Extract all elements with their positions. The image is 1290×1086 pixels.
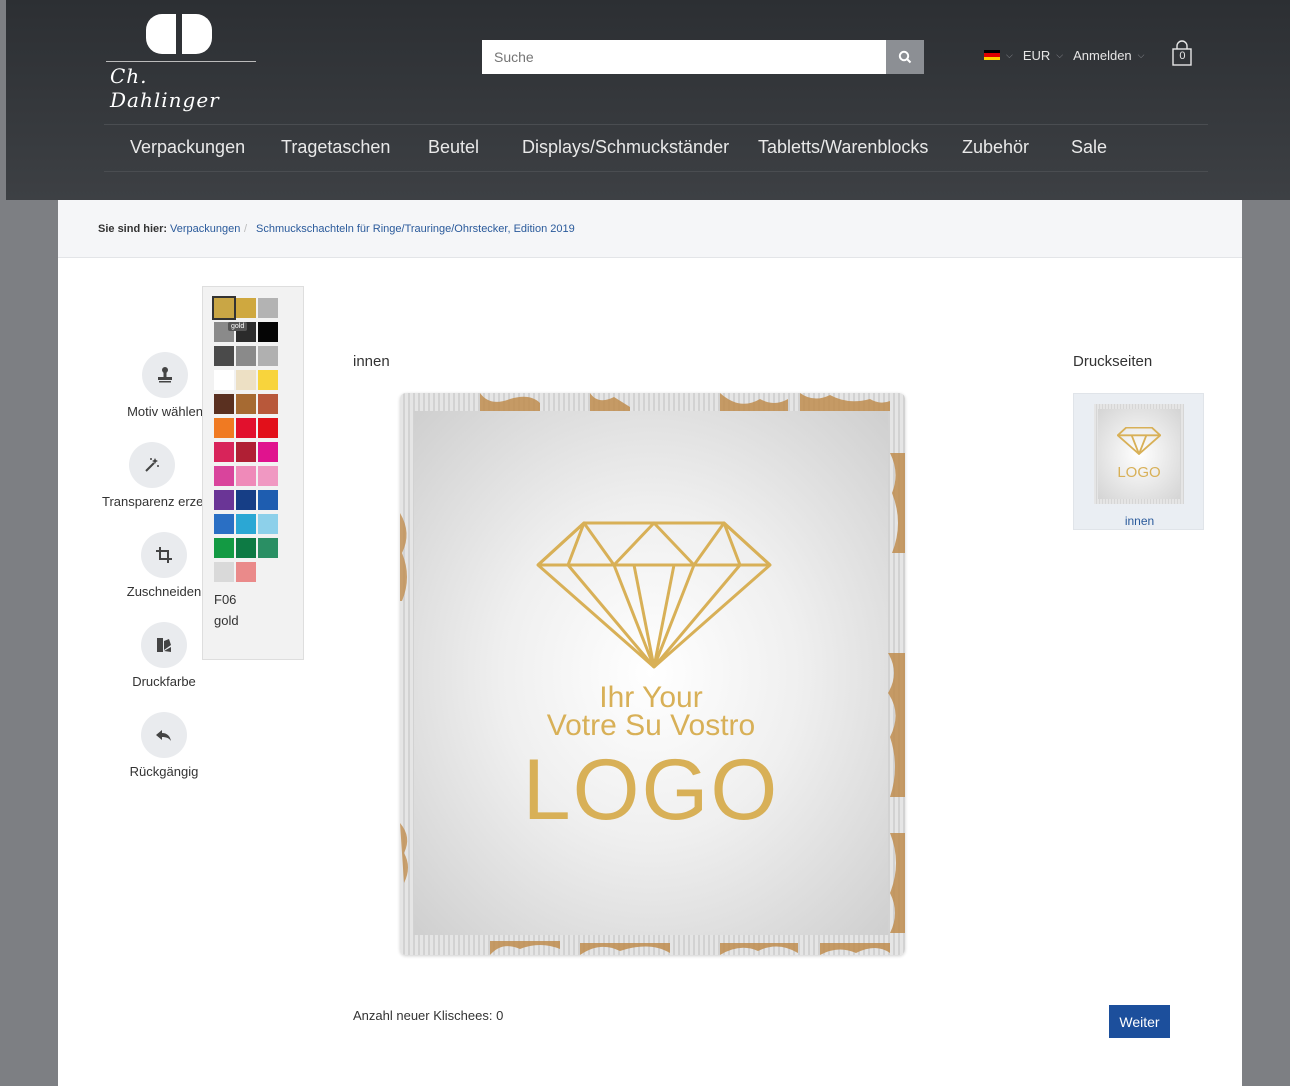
site-header: Ch. Dahlinger ⌵ EUR ⌵ Anmelden ⌵ 0 Verpa… (6, 0, 1290, 200)
stamp-icon (158, 367, 172, 383)
color-palette: F06 gold (202, 286, 304, 660)
cliche-count: Anzahl neuer Klischees: 0 (353, 1008, 504, 1023)
color-swatch[interactable] (236, 394, 256, 414)
selected-color-code: F06 (214, 592, 237, 607)
druckseite-thumbnail[interactable]: LOGO innen (1073, 393, 1204, 530)
tool-transparenz[interactable]: Transparenz erzeugen (102, 442, 202, 509)
selected-color-name: gold (214, 613, 239, 628)
color-swatch[interactable] (236, 466, 256, 486)
color-swatch[interactable] (214, 442, 234, 462)
breadcrumb-separator: / (244, 223, 248, 235)
tool-druckfarbe[interactable]: Druckfarbe (126, 622, 202, 689)
color-swatch[interactable] (214, 490, 234, 510)
color-swatch[interactable] (258, 298, 278, 318)
color-swatch[interactable] (214, 538, 234, 558)
tool-label: Druckfarbe (132, 674, 196, 689)
color-swatch[interactable] (214, 562, 234, 582)
magic-wand-icon (145, 458, 159, 472)
tool-motiv-waehlen[interactable]: Motiv wählen (126, 352, 204, 419)
diamond-icon (1117, 427, 1161, 455)
color-swatch[interactable] (236, 562, 256, 582)
tool-zuschneiden[interactable]: Zuschneiden (126, 532, 202, 599)
chevron-down-icon: ⌵ (1006, 49, 1013, 60)
nav-item-beutel[interactable]: Beutel (428, 137, 479, 158)
chevron-down-icon: ⌵ (1056, 49, 1064, 60)
logo-script: Ch. Dahlinger (110, 64, 220, 112)
nav-item-displays[interactable]: Displays/Schmuckständer (522, 137, 729, 158)
color-swatch[interactable] (236, 442, 256, 462)
canvas-print-area: Ihr Your Votre Su Vostro LOGO (414, 411, 888, 935)
header-utilities: ⌵ EUR ⌵ Anmelden ⌵ 0 (984, 40, 1193, 66)
color-swatch[interactable] (236, 514, 256, 534)
color-swatch[interactable] (236, 418, 256, 438)
main-nav: Verpackungen Tragetaschen Beutel Display… (104, 124, 1208, 172)
thumb-logo-text: LOGO (1117, 464, 1161, 481)
tool-label: Zuschneiden (126, 584, 202, 599)
color-swatch[interactable] (258, 538, 278, 558)
tool-label: Motiv wählen (127, 404, 203, 419)
color-swatch[interactable] (258, 514, 278, 534)
search-bar (482, 40, 924, 74)
undo-icon (156, 730, 171, 741)
color-swatch[interactable] (258, 442, 278, 462)
color-tooltip: gold (228, 322, 248, 331)
breadcrumb-link[interactable]: Schmuckschachteln für Ringe/Trauringe/Oh… (256, 223, 575, 235)
canvas-side-label: innen (353, 353, 390, 370)
color-swatch[interactable] (258, 466, 278, 486)
search-icon (898, 50, 912, 64)
search-input[interactable] (482, 40, 886, 74)
color-swatch[interactable] (258, 370, 278, 390)
color-swatch[interactable] (236, 490, 256, 510)
breadcrumb-label: Sie sind hier: (98, 223, 168, 235)
nav-item-sale[interactable]: Sale (1071, 137, 1107, 158)
chevron-down-icon: ⌵ (1137, 49, 1145, 60)
color-swatch[interactable] (214, 346, 234, 366)
breadcrumb: Sie sind hier: Verpackungen / Schmucksch… (58, 200, 1242, 258)
color-swatch[interactable] (258, 418, 278, 438)
logo-mark (146, 14, 212, 54)
tool-label: Rückgängig (129, 764, 199, 779)
color-swatch[interactable] (236, 538, 256, 558)
currency-selector[interactable]: EUR (1023, 48, 1050, 63)
tool-label: Transparenz erzeugen (102, 494, 202, 509)
color-swatch[interactable] (214, 370, 234, 390)
crop-icon (156, 547, 172, 563)
nav-item-verpackungen[interactable]: Verpackungen (130, 137, 245, 158)
nav-item-tragetaschen[interactable]: Tragetaschen (281, 137, 390, 158)
search-button[interactable] (886, 40, 924, 74)
weiter-button[interactable]: Weiter (1109, 1005, 1170, 1038)
breadcrumb-link[interactable]: Verpackungen (170, 223, 240, 235)
color-swatch[interactable] (236, 298, 256, 318)
login-link[interactable]: Anmelden (1073, 48, 1132, 63)
product-canvas[interactable]: Ihr Your Votre Su Vostro LOGO (400, 393, 905, 955)
color-swatch[interactable] (258, 322, 278, 342)
color-swatch[interactable] (214, 394, 234, 414)
nav-item-tabletts[interactable]: Tabletts/Warenblocks (758, 137, 928, 158)
brand-logo[interactable]: Ch. Dahlinger (106, 14, 256, 112)
diamond-icon (536, 521, 772, 669)
color-swatch[interactable] (214, 514, 234, 534)
color-swatch[interactable] (258, 394, 278, 414)
color-swatch[interactable] (236, 346, 256, 366)
thumbnail-label: innen (1124, 514, 1155, 528)
cart-button[interactable]: 0 (1172, 40, 1193, 66)
tool-rueckgaengig[interactable]: Rückgängig (126, 712, 202, 779)
color-swatch-icon (157, 638, 171, 652)
druckseiten-title: Druckseiten (1073, 353, 1153, 370)
nav-item-zubehoer[interactable]: Zubehör (962, 137, 1029, 158)
color-swatch[interactable] (236, 370, 256, 390)
color-swatch[interactable] (258, 490, 278, 510)
color-swatch[interactable] (214, 418, 234, 438)
color-swatch[interactable] (212, 296, 236, 320)
cart-count: 0 (1179, 50, 1186, 62)
color-swatch[interactable] (258, 346, 278, 366)
color-swatch[interactable] (214, 466, 234, 486)
logo-placeholder-line3: LOGO (522, 742, 780, 838)
logo-placeholder-line2: Votre Su Vostro (546, 709, 756, 742)
language-flag-icon[interactable] (984, 50, 1000, 60)
